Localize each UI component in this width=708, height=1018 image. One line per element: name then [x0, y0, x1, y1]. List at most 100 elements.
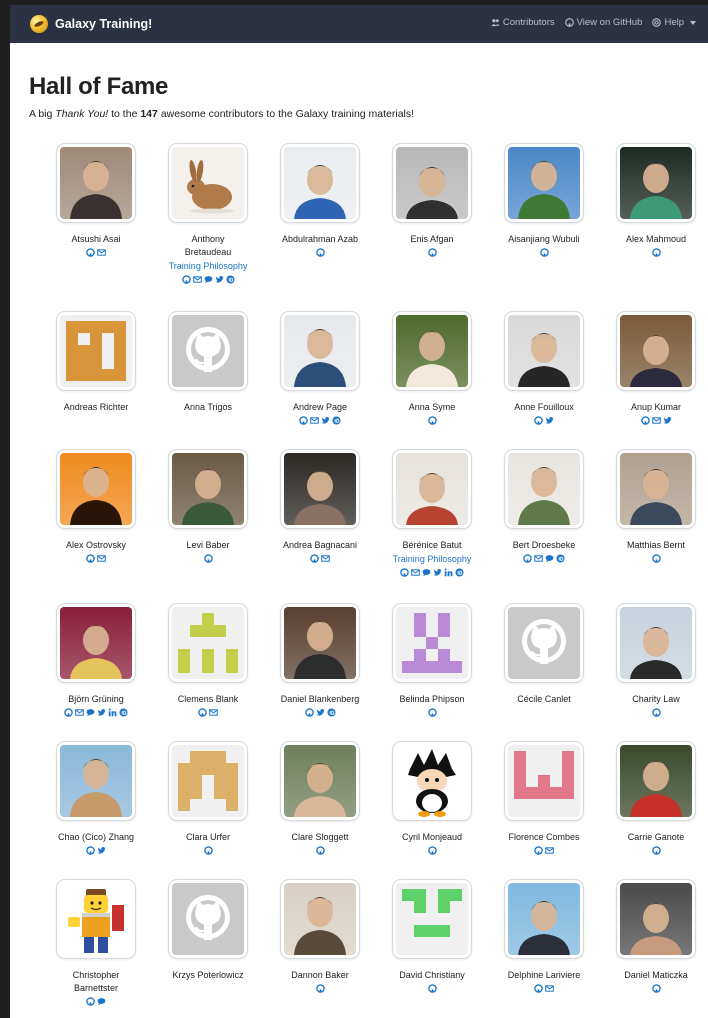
contributor-name[interactable]: Carrie Ganote	[600, 831, 708, 844]
contributor-name[interactable]: Enis Afgan	[376, 233, 488, 246]
contributor-name[interactable]: Andreas Richter	[40, 401, 152, 414]
contributor-avatar-link[interactable]	[504, 879, 584, 959]
orcid-icon[interactable]	[455, 568, 464, 577]
contributor-avatar-link[interactable]	[56, 741, 136, 821]
twitter-icon[interactable]	[545, 416, 554, 425]
contributor-avatar-link[interactable]	[168, 143, 248, 223]
contributor-avatar-link[interactable]	[392, 143, 472, 223]
linkedin-icon[interactable]	[108, 708, 117, 717]
github-icon[interactable]	[181, 275, 191, 284]
contributor-role-link[interactable]: Training Philosophy	[376, 553, 488, 566]
contributor-name[interactable]: Björn Grüning	[40, 693, 152, 706]
contributor-name[interactable]: Clare Sloggett	[264, 831, 376, 844]
email-icon[interactable]	[209, 708, 218, 717]
twitter-icon[interactable]	[97, 846, 106, 855]
twitter-icon[interactable]	[97, 708, 106, 717]
chat-icon[interactable]	[86, 708, 95, 717]
contributor-avatar-link[interactable]	[168, 449, 248, 529]
contributor-name[interactable]: Alex Mahmoud	[600, 233, 708, 246]
contributor-name[interactable]: Alex Ostrovsky	[40, 539, 152, 552]
github-icon[interactable]	[203, 846, 213, 855]
github-icon[interactable]	[427, 984, 437, 993]
contributor-name[interactable]: Daniel Maticzka	[600, 969, 708, 982]
github-icon[interactable]	[523, 554, 532, 563]
contributor-name[interactable]: Krzys Poterlowicz	[152, 969, 264, 982]
contributor-avatar-link[interactable]	[280, 311, 360, 391]
github-icon[interactable]	[86, 997, 95, 1006]
contributor-avatar-link[interactable]	[616, 879, 696, 959]
twitter-icon[interactable]	[662, 416, 672, 425]
contributor-avatar-link[interactable]	[392, 879, 472, 959]
contributor-name[interactable]: Matthias Bernt	[600, 539, 708, 552]
twitter-icon[interactable]	[315, 708, 325, 717]
contributor-name[interactable]: Clara Urfer	[152, 831, 264, 844]
contributor-name[interactable]: Clemens Blank	[152, 693, 264, 706]
contributor-avatar-link[interactable]	[56, 311, 136, 391]
contributor-avatar-link[interactable]	[56, 879, 136, 959]
contributor-name[interactable]: Florence Combes	[488, 831, 600, 844]
contributor-name[interactable]: Atsushi Asai	[40, 233, 152, 246]
contributor-avatar-link[interactable]	[56, 143, 136, 223]
orcid-icon[interactable]	[326, 708, 336, 717]
contributor-avatar-link[interactable]	[392, 311, 472, 391]
contributor-name[interactable]: Delphine Lariviere	[488, 969, 600, 982]
github-icon[interactable]	[640, 416, 650, 425]
github-icon[interactable]	[86, 846, 95, 855]
contributor-name[interactable]: Christopher Barnettster	[61, 969, 131, 995]
email-icon[interactable]	[651, 416, 661, 425]
github-icon[interactable]	[315, 846, 325, 855]
github-icon[interactable]	[400, 568, 409, 577]
contributor-name[interactable]: Anna Trigos	[152, 401, 264, 414]
contributor-avatar-link[interactable]	[280, 143, 360, 223]
contributor-name[interactable]: Anup Kumar	[600, 401, 708, 414]
github-icon[interactable]	[304, 708, 314, 717]
contributor-avatar-link[interactable]	[168, 603, 248, 683]
github-icon[interactable]	[299, 416, 308, 425]
contributor-name[interactable]: Abdulrahman Azab	[264, 233, 376, 246]
github-icon[interactable]	[310, 554, 319, 563]
github-icon[interactable]	[651, 248, 661, 257]
github-icon[interactable]	[651, 984, 661, 993]
contributor-avatar-link[interactable]	[168, 879, 248, 959]
orcid-icon[interactable]	[556, 554, 565, 563]
email-icon[interactable]	[192, 275, 202, 284]
github-icon[interactable]	[427, 846, 437, 855]
contributor-avatar-link[interactable]	[616, 143, 696, 223]
github-icon[interactable]	[427, 416, 437, 425]
contributor-name[interactable]: Aisanjiang Wubuli	[488, 233, 600, 246]
github-icon[interactable]	[539, 248, 549, 257]
contributor-role-link[interactable]: Training Philosophy	[152, 260, 264, 273]
contributor-name[interactable]: Bert Droesbeke	[488, 539, 600, 552]
github-icon[interactable]	[534, 416, 543, 425]
contributor-name[interactable]: Anthony Bretaudeau	[173, 233, 243, 259]
email-icon[interactable]	[310, 416, 319, 425]
contributor-name[interactable]: Chao (Cico) Zhang	[40, 831, 152, 844]
orcid-icon[interactable]	[332, 416, 341, 425]
github-icon[interactable]	[315, 984, 325, 993]
github-icon[interactable]	[64, 708, 73, 717]
orcid-icon[interactable]	[119, 708, 128, 717]
contributor-avatar-link[interactable]	[392, 741, 472, 821]
email-icon[interactable]	[545, 846, 554, 855]
contributor-avatar-link[interactable]	[392, 603, 472, 683]
email-icon[interactable]	[411, 568, 420, 577]
github-icon[interactable]	[203, 554, 213, 563]
github-icon[interactable]	[427, 248, 437, 257]
github-icon[interactable]	[651, 708, 661, 717]
github-icon[interactable]	[534, 984, 543, 993]
contributor-avatar-link[interactable]	[280, 741, 360, 821]
contributor-avatar-link[interactable]	[616, 311, 696, 391]
contributor-name[interactable]: Levi Baber	[152, 539, 264, 552]
contributor-name[interactable]: David Christiany	[376, 969, 488, 982]
email-icon[interactable]	[545, 984, 554, 993]
contributor-name[interactable]: Charity Law	[600, 693, 708, 706]
contributor-avatar-link[interactable]	[504, 143, 584, 223]
email-icon[interactable]	[321, 554, 330, 563]
twitter-icon[interactable]	[321, 416, 330, 425]
contributor-avatar-link[interactable]	[504, 449, 584, 529]
contributor-avatar-link[interactable]	[392, 449, 472, 529]
email-icon[interactable]	[534, 554, 543, 563]
contributor-name[interactable]: Cécile Canlet	[488, 693, 600, 706]
github-icon[interactable]	[534, 846, 543, 855]
contributor-name[interactable]: Cyril Monjeaud	[376, 831, 488, 844]
